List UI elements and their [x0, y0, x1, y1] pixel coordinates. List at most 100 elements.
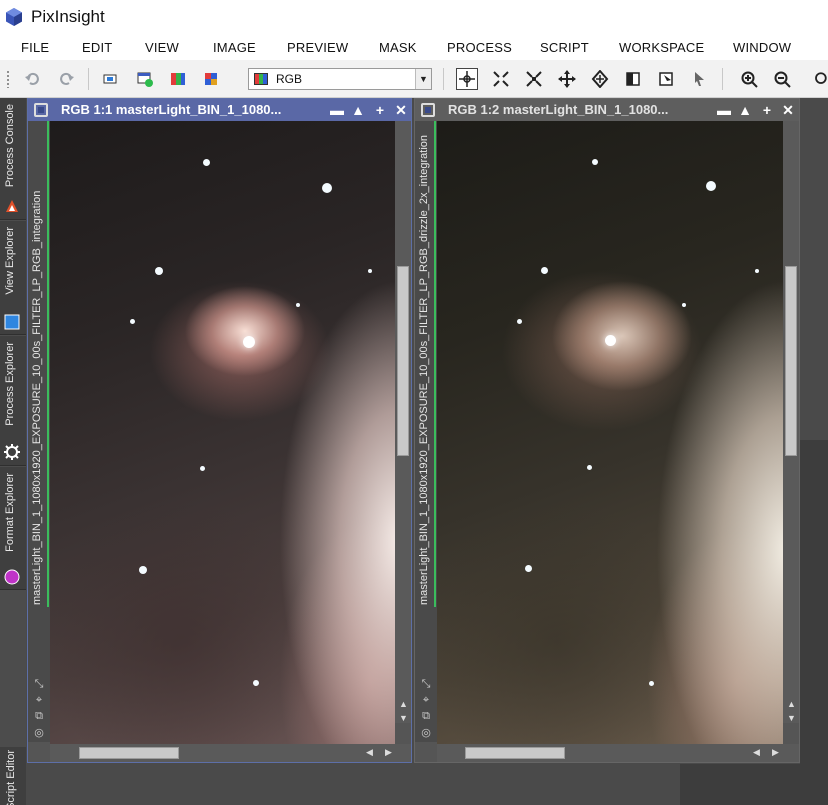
- scroll-down-icon[interactable]: ▼: [399, 713, 408, 723]
- shrink-corner-icon[interactable]: ⤡: [32, 678, 46, 694]
- menu-edit[interactable]: EDIT: [82, 40, 112, 55]
- image-window-1[interactable]: RGB 1:1 masterLight_BIN_1_1080... ▬ ▲ + …: [27, 98, 412, 763]
- zoom-fit-icon[interactable]: [490, 68, 512, 90]
- maximize-icon[interactable]: +: [760, 102, 774, 118]
- maximize-icon[interactable]: +: [373, 102, 387, 118]
- toolbar-separator: [722, 68, 723, 90]
- image-viewport[interactable]: [50, 121, 395, 746]
- star: [200, 466, 205, 471]
- nebula-image[interactable]: [437, 121, 783, 746]
- move-icon[interactable]: [556, 68, 578, 90]
- scroll-up-icon[interactable]: ▲: [399, 699, 408, 709]
- view-explorer-icon: [4, 314, 20, 330]
- menu-workspace[interactable]: WORKSPACE: [619, 40, 704, 55]
- zoom-icon[interactable]: [812, 68, 828, 90]
- menu-mask[interactable]: MASK: [379, 40, 417, 55]
- menu-script[interactable]: SCRIPT: [540, 40, 589, 55]
- tab-process-explorer[interactable]: Process Explorer: [0, 336, 26, 466]
- tab-process-explorer-label: Process Explorer: [4, 342, 16, 426]
- star: [755, 269, 759, 273]
- menu-process[interactable]: PROCESS: [447, 40, 512, 55]
- view-id-label: masterLight_BIN_1_1080x1920_EXPOSURE_10_…: [31, 190, 43, 605]
- clone-view-icon[interactable]: ⧉: [419, 710, 433, 726]
- pan-mode-icon[interactable]: [456, 68, 478, 90]
- menu-image[interactable]: IMAGE: [213, 40, 256, 55]
- tab-view-explorer[interactable]: View Explorer: [0, 221, 26, 335]
- menu-file[interactable]: FILE: [21, 40, 49, 55]
- readout-icon[interactable]: [622, 68, 644, 90]
- close-icon[interactable]: ✕: [394, 102, 408, 118]
- menu-preview[interactable]: PREVIEW: [287, 40, 348, 55]
- window-titlebar[interactable]: RGB 1:2 masterLight_BIN_1_1080... ▬ ▲ + …: [415, 99, 799, 121]
- chevron-down-icon[interactable]: ▼: [415, 69, 431, 89]
- image-viewport[interactable]: [437, 121, 783, 746]
- app-titlebar: PixInsight: [0, 0, 828, 35]
- shrink-icon[interactable]: [523, 68, 545, 90]
- tab-process-console[interactable]: Process Console: [0, 98, 26, 220]
- star: [541, 267, 548, 274]
- lock-view-icon[interactable]: ◎: [419, 726, 433, 742]
- undo-icon[interactable]: [22, 68, 44, 90]
- nebula-image[interactable]: [50, 121, 395, 746]
- image-window-2[interactable]: RGB 1:2 masterLight_BIN_1_1080... ▬ ▲ + …: [414, 98, 800, 763]
- window-titlebar[interactable]: RGB 1:1 masterLight_BIN_1_1080... ▬ ▲ + …: [28, 99, 411, 121]
- vertical-scrollbar[interactable]: ▲ ▼: [783, 121, 799, 723]
- menu-window[interactable]: WINDOW: [733, 40, 791, 55]
- view-strip-icons: ⤡ ⌖ ⧉ ◎: [419, 678, 433, 742]
- tab-script-editor[interactable]: Script Editor: [0, 747, 26, 805]
- shrink-corner-icon[interactable]: ⤡: [419, 678, 433, 694]
- color-image-icon[interactable]: [200, 68, 222, 90]
- lock-view-icon[interactable]: ◎: [32, 726, 46, 742]
- horizontal-scroll-thumb[interactable]: [79, 747, 179, 759]
- toolbar-grip[interactable]: [6, 70, 10, 88]
- minimize-icon[interactable]: ▬: [717, 102, 731, 118]
- scroll-left-icon[interactable]: ◀: [753, 747, 760, 758]
- star: [139, 566, 147, 574]
- scroll-left-icon[interactable]: ◀: [366, 747, 373, 758]
- view-id-strip[interactable]: masterLight_BIN_1_1080x1920_EXPOSURE_10_…: [28, 121, 50, 742]
- rgb-channels-icon[interactable]: [167, 68, 189, 90]
- view-selection-marker: [47, 121, 49, 607]
- vertical-scrollbar[interactable]: ▲ ▼: [395, 121, 411, 723]
- minimize-icon[interactable]: ▬: [330, 102, 344, 118]
- clone-view-icon[interactable]: ⧉: [32, 710, 46, 726]
- fit-view-icon[interactable]: ⌖: [419, 694, 433, 710]
- scroll-right-icon[interactable]: ▶: [385, 747, 392, 758]
- redo-icon[interactable]: [55, 68, 77, 90]
- shade-icon[interactable]: ▲: [738, 102, 752, 118]
- star: [130, 319, 135, 324]
- new-image-icon[interactable]: [134, 68, 156, 90]
- side-panel: Process Console View Explorer Process Ex…: [0, 98, 26, 805]
- horizontal-scroll-thumb[interactable]: [465, 747, 565, 759]
- new-instance-icon[interactable]: [100, 68, 122, 90]
- scroll-down-icon[interactable]: ▼: [787, 713, 796, 723]
- horizontal-scrollbar[interactable]: ◀ ▶: [437, 744, 799, 762]
- zoom-in-icon[interactable]: [738, 68, 760, 90]
- view-id-strip[interactable]: masterLight_BIN_1_1080x1920_EXPOSURE_10_…: [415, 121, 437, 742]
- close-icon[interactable]: ✕: [781, 102, 795, 118]
- expand-icon[interactable]: [589, 68, 611, 90]
- tab-script-editor-label: Script Editor: [5, 750, 17, 805]
- scroll-right-icon[interactable]: ▶: [772, 747, 779, 758]
- menu-view[interactable]: VIEW: [145, 40, 179, 55]
- preview-icon[interactable]: [655, 68, 677, 90]
- image-window-icon[interactable]: [421, 103, 435, 117]
- zoom-out-icon[interactable]: [771, 68, 793, 90]
- vertical-scroll-thumb[interactable]: [785, 266, 797, 456]
- scroll-up-icon[interactable]: ▲: [787, 699, 796, 709]
- view-id-label: masterLight_BIN_1_1080x1920_EXPOSURE_10_…: [418, 134, 430, 605]
- shade-icon[interactable]: ▲: [351, 102, 365, 118]
- horizontal-scrollbar[interactable]: ◀ ▶: [50, 744, 411, 762]
- vertical-scroll-thumb[interactable]: [397, 266, 409, 456]
- fit-view-icon[interactable]: ⌖: [32, 694, 46, 710]
- star: [368, 269, 372, 273]
- view-selection-marker: [434, 121, 436, 607]
- channel-select[interactable]: RGB ▼: [248, 68, 432, 90]
- star: [322, 183, 332, 193]
- image-window-icon[interactable]: [34, 103, 48, 117]
- star: [592, 159, 598, 165]
- rgb-swatch-icon: [254, 73, 268, 85]
- workspace-background: [680, 764, 828, 805]
- pointer-icon[interactable]: [688, 68, 710, 90]
- tab-format-explorer[interactable]: Format Explorer: [0, 467, 26, 590]
